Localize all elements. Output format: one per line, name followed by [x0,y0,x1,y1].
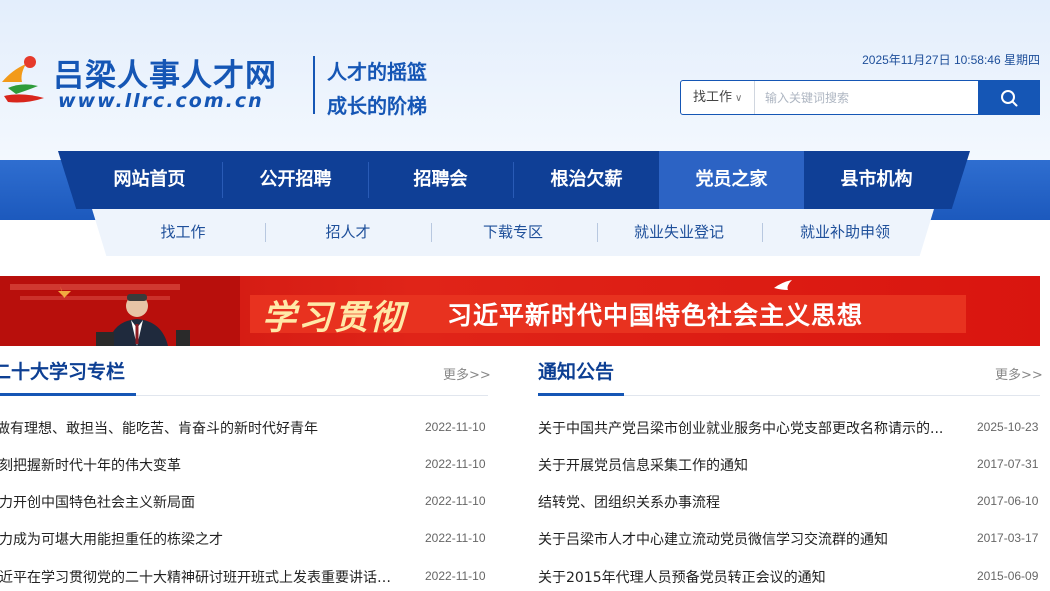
chevron-down-icon: ∨ [735,93,743,104]
subnav-divider [597,223,598,242]
search-box: 找工作 ∨ [680,80,1040,115]
search-input[interactable] [761,81,975,114]
subnav-item-employment-registration[interactable]: 就业失业登记 [614,209,744,256]
subnav-item-find-job[interactable]: 找工作 [118,209,248,256]
notices-title[interactable]: 通知公告 [538,357,614,384]
dove-icon [774,280,792,290]
notice-item-date: 2017-07-31 [977,457,1039,471]
study-item-date: 2022-11-10 [425,531,486,545]
slogan-line-1: 人才的摇篮 [327,60,427,84]
banner-title: 习近平新时代中国特色社会主义思想 [447,301,864,330]
search-icon [1001,89,1018,106]
slogan-divider [313,56,315,114]
search-button[interactable] [978,80,1040,115]
notice-item-3[interactable]: 结转党、团组织关系办事流程 [538,492,970,512]
study-item-3[interactable]: 努力开创中国特色社会主义新局面 [0,492,405,512]
study-banner[interactable]: 学习贯彻 习近平新时代中国特色社会主义思想 [0,276,1040,346]
study-item-5[interactable]: 习近平在学习贯彻党的二十大精神研讨班开班式上发表重要讲话… [0,567,420,587]
study-item-date: 2022-11-10 [425,494,486,508]
search-type-dropdown[interactable]: 找工作 ∨ [681,81,755,114]
study-column-title[interactable]: 二十大学习专栏 [0,357,125,384]
subnav-divider [431,223,432,242]
banner-calligraphy: 学习贯彻 [262,298,406,338]
study-column-more-link[interactable]: 更多>> [443,364,491,383]
subnav-item-employment-subsidy[interactable]: 就业补助申领 [780,209,910,256]
nav-item-public-recruitment[interactable]: 公开招聘 [223,151,368,209]
nav-item-job-fair[interactable]: 招聘会 [368,151,513,209]
study-item-date: 2022-11-10 [425,569,486,583]
notice-item-5[interactable]: 关于2015年代理人员预备党员转正会议的通知 [538,567,970,587]
site-url[interactable]: www.llrc.com.cn [58,90,264,112]
notice-item-date: 2017-03-17 [977,531,1039,545]
notice-item-4[interactable]: 关于吕梁市人才中心建立流动党员微信学习交流群的通知 [538,529,970,549]
nav-item-wage-arrears[interactable]: 根治欠薪 [514,151,659,209]
slogan-line-2: 成长的阶梯 [327,94,427,118]
llrc-logo-icon[interactable] [0,52,48,108]
notice-item-2[interactable]: 关于开展党员信息采集工作的通知 [538,455,970,475]
subnav-item-downloads[interactable]: 下载专区 [448,209,578,256]
notice-item-1[interactable]: 关于中国共产党吕梁市创业就业服务中心党支部更改名称请示的... [538,418,970,438]
current-datetime: 2025年11月27日 10:58:46 星期四 [862,53,1040,67]
nav-item-home[interactable]: 网站首页 [77,151,222,209]
study-item-date: 2022-11-10 [425,457,486,471]
subnav-divider [265,223,266,242]
site-header: 吕梁人事人才网 www.llrc.com.cn 人才的摇篮 成长的阶梯 2025… [0,0,1050,160]
notice-item-date: 2015-06-09 [977,569,1039,583]
study-item-4[interactable]: 努力成为可堪大用能担重任的栋梁之才 [0,529,405,549]
study-item-2[interactable]: 深刻把握新时代十年的伟大变革 [0,455,405,475]
study-column-underline [0,393,136,396]
nav-item-county-agencies[interactable]: 县市机构 [804,151,949,209]
great-hall-image [0,276,240,346]
site-name[interactable]: 吕梁人事人才网 [53,50,277,95]
search-type-label: 找工作 [693,90,733,105]
subnav-divider [762,223,763,242]
nav-item-party-members-home[interactable]: 党员之家 [659,151,804,209]
notice-item-date: 2025-10-23 [977,420,1039,434]
notice-item-date: 2017-06-10 [977,494,1039,508]
study-item-1[interactable]: 做有理想、敢担当、能吃苦、肯奋斗的新时代好青年 [0,418,406,438]
notices-more-link[interactable]: 更多>> [995,364,1043,383]
notices-underline [538,393,624,396]
study-item-date: 2022-11-10 [425,420,486,434]
subnav-item-recruit-talent[interactable]: 招人才 [283,209,413,256]
